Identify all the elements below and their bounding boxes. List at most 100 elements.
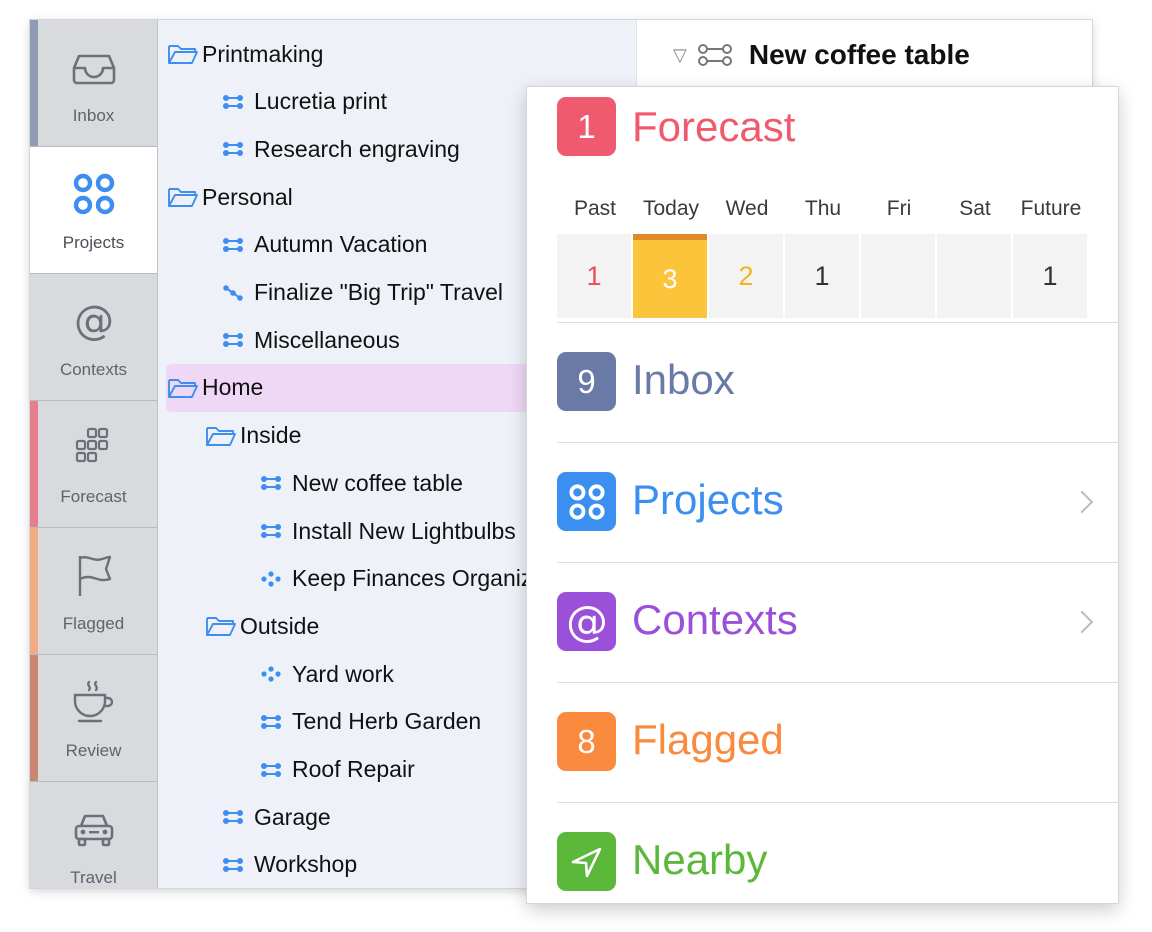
perspective-travel[interactable]: Travel [30,782,157,888]
folder-icon [166,186,200,208]
inbox-count-badge: 9 [557,352,616,411]
projects-circles-icon [557,472,616,531]
outline-item-label: Printmaking [202,40,324,67]
single-actions-icon [258,663,284,685]
outline-item-label: Yard work [292,660,394,687]
single-actions-icon [258,568,284,590]
popover-row-nearby[interactable]: Nearby [557,802,1118,903]
parallel-project-icon [258,711,284,733]
forecast-day-cell-sat[interactable] [937,234,1011,318]
outline-item-label: Lucretia print [254,88,387,115]
forecast-count-badge: 1 [557,97,616,156]
at-sign-icon: @ [30,298,157,344]
forecast-grid-icon [30,425,157,471]
car-icon [30,806,157,852]
folder-icon [166,43,200,65]
outline-item-label: Keep Finances Organized [292,565,558,592]
parallel-project-icon [220,138,246,160]
outline-item-label: Inside [240,422,302,449]
outline-item-label: Garage [254,803,331,830]
popover-row-inbox[interactable]: 9 Inbox [557,322,1118,443]
outline-folder-row[interactable]: Printmaking [166,30,636,78]
popover-row-projects[interactable]: Projects [557,442,1118,563]
folder-icon [204,425,238,447]
outline-item-label: Outside [240,612,320,639]
perspective-review[interactable]: Review [30,655,157,782]
popover-row-flagged[interactable]: 8 Flagged [557,682,1118,803]
forecast-label: Forecast [632,103,796,150]
forecast-day-header: Today [642,197,700,220]
forecast-day-header: Thu [804,197,842,220]
perspective-flagged[interactable]: Flagged [30,528,157,655]
forecast-day-cell-thu[interactable]: 1 [785,234,859,318]
parallel-project-icon [258,759,284,781]
popover-row-contexts[interactable]: @ Contexts [557,562,1118,683]
parallel-project-icon [220,806,246,828]
sequential-project-icon [220,282,246,304]
outline-item-label: Personal [202,183,293,210]
detail-title[interactable]: New coffee table [749,39,970,71]
outline-item-label: Workshop [254,851,358,878]
forecast-day-cell-wed[interactable]: 2 [709,234,783,318]
parallel-project-icon [220,854,246,876]
perspective-label: Review [65,741,122,760]
perspective-label: Inbox [72,106,115,125]
parallel-project-icon [220,234,246,256]
chevron-right-icon [1070,610,1094,634]
forecast-day-cell-future[interactable]: 1 [1013,234,1087,318]
parallel-project-icon [220,91,246,113]
forecast-day-header: Future [1020,197,1082,220]
projects-circles-icon [30,171,157,217]
forecast-day-header: Fri [886,197,912,220]
disclosure-triangle-icon[interactable]: ▽ [673,45,687,66]
at-sign-icon: @ [557,592,616,651]
flagged-count-badge: 8 [557,712,616,771]
perspective-forecast[interactable]: Forecast [30,401,157,528]
outline-item-label: Autumn Vacation [254,231,428,258]
inbox-label: Inbox [632,356,735,403]
perspective-label: Contexts [59,360,128,379]
outline-item-label: Research engraving [254,135,460,162]
location-arrow-icon [557,832,616,891]
outline-item-label: Home [202,374,264,401]
outline-item-label: Finalize "Big Trip" Travel [254,279,503,305]
perspective-label: Forecast [60,487,127,506]
forecast-day-cell-past[interactable]: 1 [557,234,631,318]
parallel-project-icon [258,520,284,542]
outline-item-label: Tend Herb Garden [292,708,482,735]
parallel-project-icon [220,329,246,351]
perspectives-popover: 1 Forecast Past Today Wed Thu Fri Sat Future 1… [527,87,1118,903]
perspective-sidebar: Inbox Projects @ Contexts Forecast Flagged Re… [30,20,158,888]
forecast-day-cells: 13211 [557,234,1090,318]
flagged-label: Flagged [632,716,784,763]
nearby-label: Nearby [632,836,768,883]
outline-item-label: Install New Lightbulbs [292,517,516,544]
projects-label: Projects [632,476,784,523]
perspective-inbox[interactable]: Inbox [30,20,157,147]
forecast-day-headers: Past Today Wed Thu Fri Sat Future [557,197,1090,227]
forecast-day-header: Past [573,197,617,220]
flag-icon [30,552,157,598]
contexts-label: Contexts [632,596,798,643]
parallel-project-icon [258,472,284,494]
forecast-day-cell-today[interactable]: 3 [633,234,707,318]
svg-text:@: @ [566,598,608,646]
perspective-label: Projects [62,233,125,252]
detail-title-row: ▽ New coffee table [673,38,970,72]
forecast-day-header: Sat [959,197,991,220]
outline-folder-row[interactable]: Home [166,363,538,412]
folder-icon [204,615,238,637]
coffee-cup-icon [30,679,157,725]
outline-item-label: Miscellaneous [254,326,400,353]
chevron-right-icon [1070,490,1094,514]
forecast-day-cell-fri[interactable] [861,234,935,318]
perspective-projects[interactable]: Projects [30,147,157,274]
outline-item-label: Roof Repair [292,756,415,782]
perspective-contexts[interactable]: @ Contexts [30,274,157,401]
parallel-project-icon [697,43,733,67]
inbox-tray-icon [30,44,157,90]
forecast-day-header: Wed [725,197,769,220]
perspective-label: Travel [70,868,117,887]
outline-item-label: New coffee table [292,469,463,496]
folder-icon [166,377,200,399]
